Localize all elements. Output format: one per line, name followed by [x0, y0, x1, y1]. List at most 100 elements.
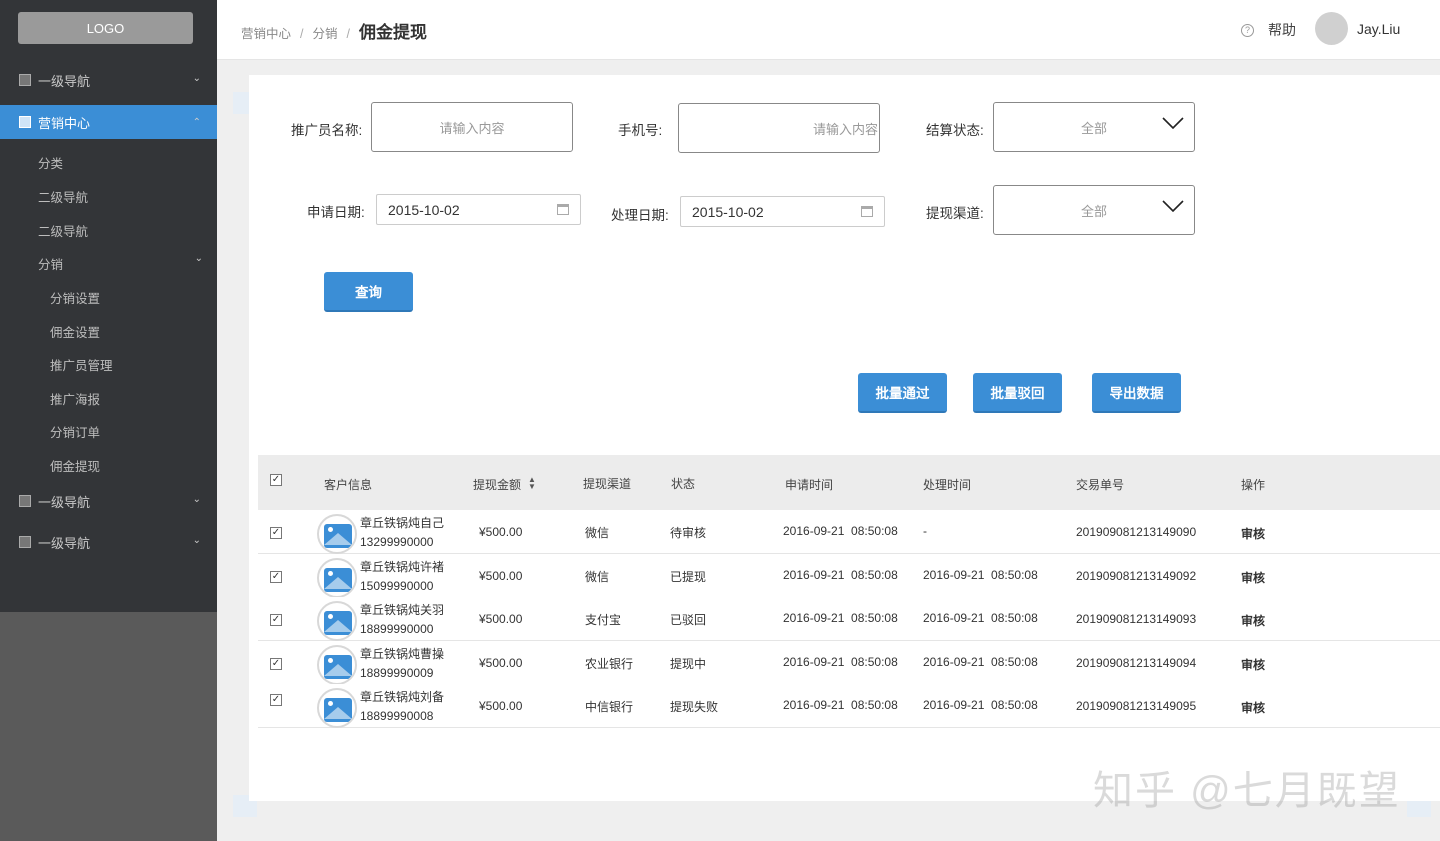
process-date-picker[interactable]: 2015-10-02 — [680, 196, 885, 227]
date-value: 2015-10-02 — [692, 203, 764, 220]
row-checkbox[interactable]: ✓ — [270, 614, 282, 626]
column-header-apply-time: 申请时间 — [785, 478, 834, 492]
settle-status-label: 结算状态: — [926, 123, 984, 138]
sidebar-item-distribution-settings[interactable]: 分销设置 — [50, 288, 100, 307]
breadcrumb-item[interactable]: 分销 — [313, 23, 338, 42]
amount-cell: ¥500.00 — [479, 569, 523, 583]
status-cell: 已驳回 — [670, 613, 707, 627]
column-header-action: 操作 — [1241, 478, 1266, 492]
avatar[interactable] — [1315, 12, 1348, 45]
customer-phone: 13299990000 — [360, 535, 434, 549]
table-row: ✓ 章丘铁锅炖曹操 18899990009 ¥500.00 农业银行 提现中 2016-09… — [258, 641, 1440, 685]
breadcrumb-separator: / — [346, 27, 350, 41]
sidebar-item-level2[interactable]: 二级导航 — [38, 221, 88, 240]
breadcrumb-separator: / — [300, 27, 304, 41]
customer-avatar — [317, 601, 357, 641]
sidebar-item-level1[interactable]: 一级导航 ⌄ — [0, 484, 217, 518]
order-no-cell: 201909081213149090 — [1076, 525, 1197, 539]
review-link[interactable]: 审核 — [1241, 656, 1265, 673]
nav-square-icon — [19, 116, 31, 128]
apply-date-picker[interactable]: 2015-10-02 — [376, 194, 581, 225]
calendar-icon — [557, 204, 569, 215]
batch-reject-button[interactable]: 批量驳回 — [973, 373, 1062, 413]
username[interactable]: Jay.Liu — [1357, 21, 1400, 37]
sidebar-item-promo-poster[interactable]: 推广海报 — [50, 389, 100, 408]
help-icon: ? — [1241, 23, 1254, 37]
customer-avatar — [317, 645, 357, 685]
sort-icon[interactable]: ▲ ▼ — [528, 476, 536, 491]
date-value: 2015-10-02 — [388, 201, 460, 218]
batch-approve-button[interactable]: 批量通过 — [858, 373, 947, 413]
sidebar-item-level1[interactable]: 一级导航 ⌄ — [0, 525, 217, 559]
sidebar-item-promoter-management[interactable]: 推广员管理 — [50, 355, 113, 374]
table-row: ✓ 章丘铁锅炖许褚 15099990000 ¥500.00 微信 已提现 2016-09-2… — [258, 554, 1440, 598]
sidebar-item-distribution[interactable]: 分销 ⌄ — [38, 253, 203, 273]
chevron-down-icon: ⌄ — [194, 253, 203, 264]
mountain-shape — [324, 620, 352, 632]
customer-phone: 15099990000 — [360, 579, 434, 593]
export-data-button[interactable]: 导出数据 — [1092, 373, 1181, 413]
sun-shape — [328, 701, 333, 706]
column-header-customer: 客户信息 — [324, 478, 373, 492]
sidebar-item-label: 分销 — [38, 258, 64, 272]
settle-status-select[interactable]: 全部 — [993, 102, 1195, 152]
review-link[interactable]: 审核 — [1241, 699, 1265, 716]
review-link[interactable]: 审核 — [1241, 569, 1265, 586]
process-date-label: 处理日期: — [611, 208, 669, 223]
channel-cell: 农业银行 — [585, 657, 634, 671]
promoter-name-input[interactable]: 请输入内容 — [371, 102, 573, 152]
customer-name: 章丘铁锅炖自己 — [360, 516, 445, 530]
row-checkbox[interactable]: ✓ — [270, 694, 282, 706]
sidebar-item-commission-settings[interactable]: 佣金设置 — [50, 322, 100, 341]
sidebar-item-label: 一级导航 — [38, 535, 91, 551]
channel-cell: 中信银行 — [585, 700, 634, 714]
sidebar-item-level2[interactable]: 二级导航 — [38, 187, 88, 206]
row-checkbox[interactable]: ✓ — [270, 571, 282, 583]
sidebar-item-category[interactable]: 分类 — [38, 153, 63, 172]
phone-label: 手机号: — [618, 123, 663, 138]
row-checkbox[interactable]: ✓ — [270, 658, 282, 670]
sidebar-item-marketing[interactable]: 营销中心 ⌃ — [0, 105, 217, 139]
process-time-cell: 2016-09-21 08:50:08 — [923, 611, 1038, 625]
process-time-cell: 2016-09-21 08:50:08 — [923, 655, 1038, 669]
status-cell: 提现失败 — [670, 700, 719, 714]
table-header: ✓ 客户信息 提现金额 提现渠道 状态 申请时间 处理时间 交易单号 操作 — [258, 455, 1440, 510]
channel-cell: 微信 — [585, 526, 610, 540]
top-header: 营销中心 / 分销 / 佣金提现 ? 帮助 Jay.Liu — [217, 0, 1440, 60]
amount-cell: ¥500.00 — [479, 656, 523, 670]
select-value: 全部 — [1081, 203, 1108, 219]
column-header-process-time: 处理时间 — [923, 478, 972, 492]
query-button[interactable]: 查询 — [324, 272, 413, 312]
row-checkbox[interactable]: ✓ — [270, 527, 282, 539]
select-value: 全部 — [1081, 120, 1108, 136]
withdraw-channel-select[interactable]: 全部 — [993, 185, 1195, 235]
help-label: 帮助 — [1268, 22, 1296, 38]
sidebar-item-distribution-orders[interactable]: 分销订单 — [50, 422, 100, 441]
help-link[interactable]: ? 帮助 — [1241, 20, 1296, 40]
apply-date-label: 申请日期: — [307, 205, 365, 220]
table-row: ✓ 章丘铁锅炖关羽 18899990000 ¥500.00 支付宝 已驳回 2016-09-… — [258, 597, 1440, 641]
customer-avatar — [317, 558, 357, 598]
phone-input[interactable]: 请输入内容 — [678, 103, 880, 153]
chevron-down-icon: ⌄ — [192, 494, 201, 505]
select-all-checkbox[interactable]: ✓ — [270, 474, 282, 486]
customer-phone: 18899990009 — [360, 666, 434, 680]
sidebar: LOGO 一级导航 ⌄ 营销中心 ⌃ 分类 二级导航 二级导航 分销 ⌄ 分销设… — [0, 0, 217, 841]
customer-avatar — [317, 514, 357, 554]
chevron-down-icon — [1162, 200, 1184, 212]
sidebar-item-commission-withdraw[interactable]: 佣金提现 — [50, 456, 100, 475]
breadcrumb-item[interactable]: 营销中心 — [241, 23, 291, 42]
review-link[interactable]: 审核 — [1241, 612, 1265, 629]
apply-time-cell: 2016-09-21 08:50:08 — [783, 568, 898, 582]
process-time-cell: 2016-09-21 08:50:08 — [923, 698, 1038, 712]
watermark: 知乎 @七月既望 — [1093, 769, 1401, 813]
column-header-channel: 提现渠道 — [583, 477, 632, 491]
column-header-amount[interactable]: 提现金额 — [473, 476, 521, 493]
amount-cell: ¥500.00 — [479, 612, 523, 626]
apply-time-cell: 2016-09-21 08:50:08 — [783, 655, 898, 669]
nav-square-icon — [19, 536, 31, 548]
sidebar-item-level1[interactable]: 一级导航 ⌄ — [0, 63, 217, 97]
sun-shape — [328, 614, 333, 619]
review-link[interactable]: 审核 — [1241, 525, 1265, 542]
sun-shape — [328, 658, 333, 663]
